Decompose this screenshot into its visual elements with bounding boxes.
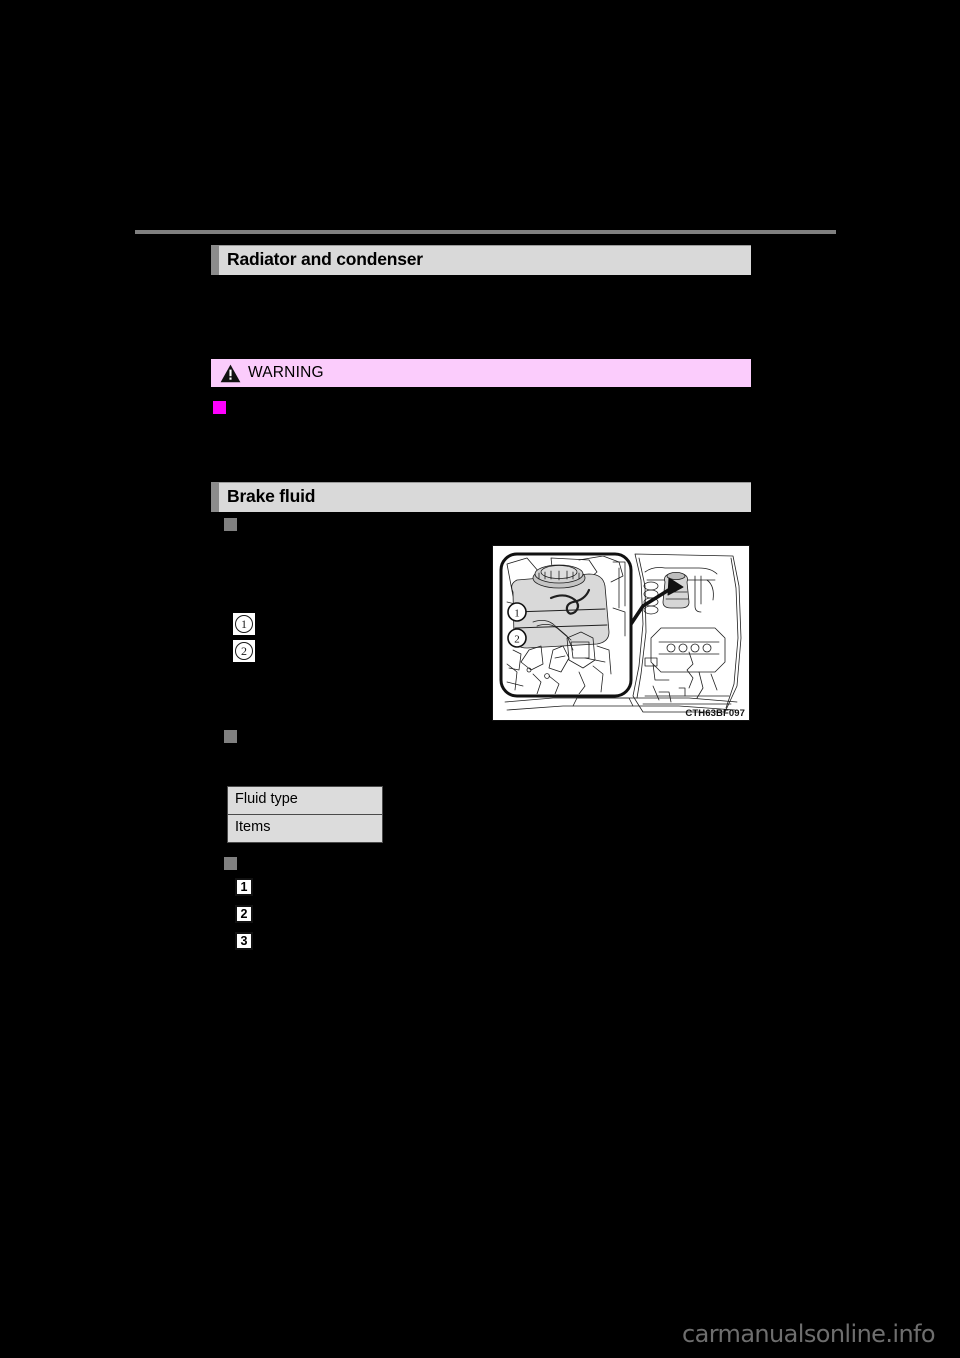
section-header-radiator-and-condenser: Radiator and condenser — [211, 245, 751, 275]
illustration-artwork: 1 2 — [493, 546, 749, 720]
svg-text:1: 1 — [514, 608, 520, 620]
callout-marker-1: 1 — [233, 613, 255, 635]
step-marker-3: 3 — [235, 932, 253, 950]
manual-page: Radiator and condenser WARNING Brake flu… — [0, 0, 960, 1358]
subsection-bullet-fluid-spec — [224, 730, 237, 743]
table-cell-items: Items — [227, 814, 383, 843]
illustration-callout-1: 1 — [507, 602, 527, 622]
section-title: Brake fluid — [227, 486, 316, 507]
table-cell-fluid-type: Fluid type — [227, 786, 383, 815]
warning-callout-bar: WARNING — [211, 359, 751, 387]
section-accent-bar — [211, 245, 219, 275]
section-title: Radiator and condenser — [227, 249, 423, 270]
callout-marker-1-label: 1 — [235, 615, 253, 633]
section-accent-bar — [211, 482, 219, 512]
fluid-spec-table: Fluid type Items — [227, 786, 383, 843]
warning-item-bullet — [213, 401, 226, 414]
callout-marker-2-label: 2 — [235, 642, 253, 660]
site-watermark: carmanualsonline.info — [682, 1320, 936, 1348]
illustration-code: CTH63BF097 — [685, 708, 745, 719]
illustration-callout-2: 2 — [507, 628, 527, 648]
warning-triangle-icon — [220, 364, 241, 382]
page-top-rule — [135, 230, 836, 234]
subsection-bullet-notice — [224, 857, 237, 870]
svg-text:2: 2 — [514, 634, 520, 646]
table-row: Fluid type — [227, 786, 383, 815]
step-marker-1: 1 — [235, 878, 253, 896]
subsection-bullet-check-level — [224, 518, 237, 531]
brake-fluid-reservoir-illustration: 1 2 CTH63BF097 — [492, 545, 750, 721]
table-row: Items — [227, 814, 383, 843]
warning-label: WARNING — [248, 364, 324, 382]
callout-marker-2: 2 — [233, 640, 255, 662]
section-header-brake-fluid: Brake fluid — [211, 482, 751, 512]
step-marker-2: 2 — [235, 905, 253, 923]
